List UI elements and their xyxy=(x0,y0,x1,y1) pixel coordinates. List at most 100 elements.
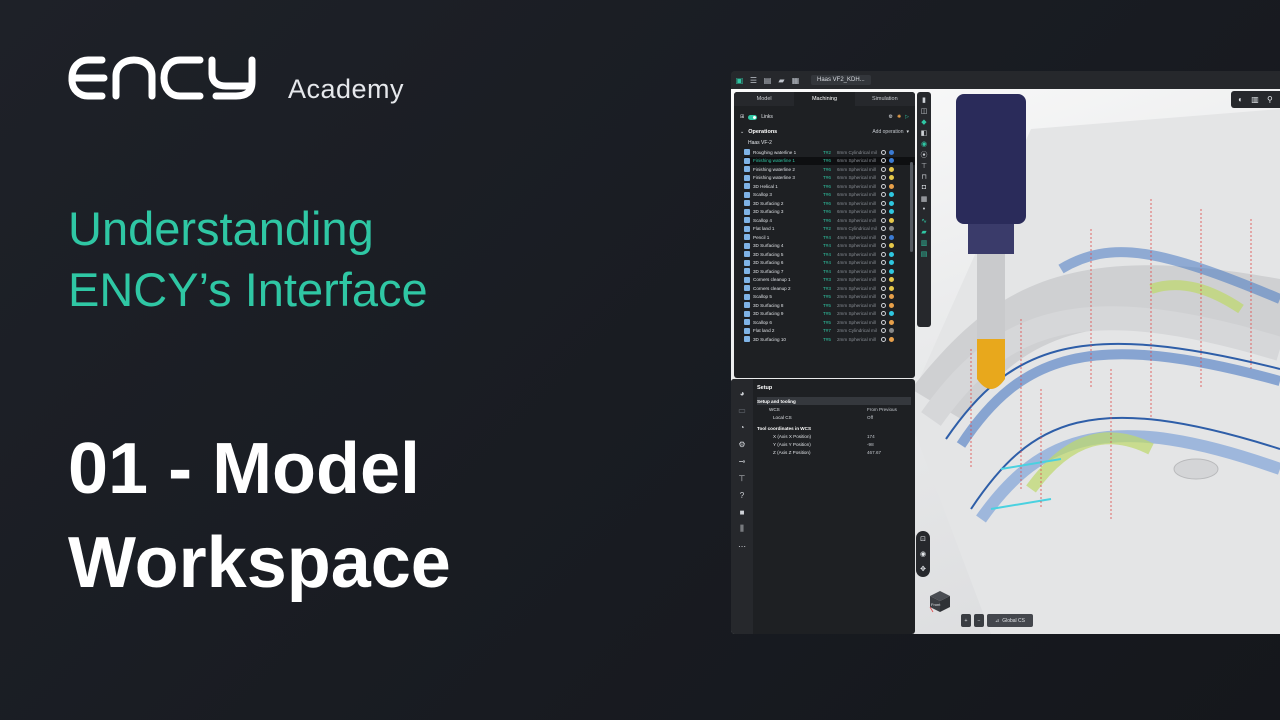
operation-row[interactable]: Finishing waterline 1 T#6 6mm Spherical mi… xyxy=(744,156,915,165)
setup-group-tooling[interactable]: Setup and tooling xyxy=(757,397,911,405)
operation-row[interactable]: Scallop 5 T#5 2mm Spherical mill xyxy=(744,293,915,302)
tool-icon-10[interactable]: ▦ xyxy=(921,195,928,203)
fit-view-icon[interactable]: ⊡ xyxy=(920,535,926,543)
operation-row[interactable]: 3D Surfacing 9 T#5 2mm Spherical mill xyxy=(744,310,915,319)
zoom-in-button[interactable]: + xyxy=(961,614,971,627)
new-file-icon[interactable]: ▤ xyxy=(763,76,772,85)
help-icon[interactable]: ? xyxy=(738,491,746,500)
machine-node[interactable]: Haas VF-2 xyxy=(734,138,915,148)
link-icon[interactable]: ⊸ xyxy=(738,457,746,466)
visibility-eye-icon[interactable] xyxy=(881,234,886,240)
visibility-eye-icon[interactable] xyxy=(881,302,886,308)
operation-row[interactable]: 3D Surfacing 7 T#4 4mm Spherical mill xyxy=(744,267,915,276)
tool-icon-8[interactable]: ⊓ xyxy=(921,173,928,181)
run-simulation-icon[interactable]: ▷ xyxy=(905,114,909,120)
save-icon[interactable]: ▦ xyxy=(791,76,800,85)
visibility-eye-icon[interactable] xyxy=(881,183,886,189)
operation-row[interactable]: 3D Surfacing 10 T#5 2mm Spherical mill xyxy=(744,335,915,344)
visibility-eye-icon[interactable] xyxy=(881,200,886,206)
operation-row[interactable]: Finishing waterline 2 T#6 6mm Spherical mi… xyxy=(744,165,915,174)
tab-model[interactable]: Model xyxy=(734,92,794,106)
collapse-chevron-icon[interactable]: ⌄ xyxy=(740,129,744,135)
operations-scrollbar[interactable] xyxy=(910,162,913,252)
view-cube[interactable]: Front xyxy=(927,588,953,614)
tool-icon-9[interactable]: ◘ xyxy=(921,184,928,191)
tool-icon-3[interactable]: ◆ xyxy=(921,118,928,126)
z-position-row[interactable]: Z (Axis Z Position) 467.67 xyxy=(757,448,911,456)
operation-row[interactable]: 3D Surfacing 5 T#4 4mm Spherical mill xyxy=(744,250,915,259)
visibility-eye-icon[interactable] xyxy=(881,217,886,223)
coordinate-system-selector[interactable]: ⊿ Global CS xyxy=(987,614,1033,627)
visibility-eye-icon[interactable] xyxy=(881,149,886,155)
operation-row[interactable]: 3D Surfacing 8 T#5 2mm Spherical mill xyxy=(744,301,915,310)
visibility-eye-icon[interactable] xyxy=(881,328,886,334)
compass-icon[interactable]: ◔ xyxy=(738,423,746,432)
bars-icon[interactable]: ⫼ xyxy=(738,524,746,533)
pin-icon[interactable]: ⚲ xyxy=(1267,95,1273,104)
pan-icon[interactable]: ✥ xyxy=(920,565,926,573)
operation-row[interactable]: Corners cleanup 1 T#3 2mm Spherical mill xyxy=(744,276,915,285)
operation-row[interactable]: Flat land 2 T#7 2mm Cylindrical mil xyxy=(744,327,915,336)
gear-icon[interactable]: ⚙ xyxy=(738,440,746,449)
visibility-eye-icon[interactable] xyxy=(881,251,886,257)
tool-icon-15[interactable]: ▤ xyxy=(921,250,928,258)
tool-icon-11[interactable]: • xyxy=(921,206,928,213)
operation-row[interactable]: 3D Helical 1 T#6 6mm Spherical mill xyxy=(744,182,915,191)
tab-simulation[interactable]: Simulation xyxy=(855,92,915,106)
operation-row[interactable]: Pencil 1 T#4 4mm Spherical mill xyxy=(744,233,915,242)
section-view-icon[interactable]: ▥ xyxy=(1251,95,1259,104)
visibility-eye-icon[interactable] xyxy=(881,336,886,342)
y-position-row[interactable]: Y (Axis Y Position) -98 xyxy=(757,440,911,448)
operation-row[interactable]: Corners cleanup 2 T#3 2mm Spherical mill xyxy=(744,284,915,293)
visibility-eye-icon[interactable] xyxy=(881,243,886,249)
menu-icon[interactable]: ☰ xyxy=(749,76,758,85)
local-cs-row[interactable]: Local CS Off xyxy=(757,413,911,421)
visibility-eye-icon[interactable] xyxy=(881,192,886,198)
calculate-icon[interactable]: ✺ xyxy=(897,114,901,120)
square-icon[interactable]: ■ xyxy=(738,508,746,517)
open-folder-icon[interactable]: ▰ xyxy=(777,76,786,85)
add-operation-chevron-icon[interactable]: ▾ xyxy=(906,129,909,135)
visibility-eye-icon[interactable] xyxy=(881,166,886,172)
app-logo-icon[interactable]: ▣ xyxy=(735,76,744,85)
tool-icon-1[interactable]: ▮ xyxy=(921,96,928,104)
tool-icon[interactable]: ⊤ xyxy=(738,474,746,483)
more-icon[interactable]: ⋯ xyxy=(738,542,746,551)
tab-machining[interactable]: Machining xyxy=(794,92,855,106)
wcs-row[interactable]: WCS From Previous xyxy=(757,405,911,413)
operation-row[interactable]: 3D Surfacing 4 T#4 4mm Spherical mill xyxy=(744,242,915,251)
view-mode-icon[interactable]: ◐ xyxy=(1238,95,1243,104)
orbit-icon[interactable]: ◉ xyxy=(920,550,926,558)
operation-row[interactable]: Roughing waterline 1 T#2 8mm Cylindrical m… xyxy=(744,148,915,157)
x-position-row[interactable]: X (Axis X Position) 174 xyxy=(757,432,911,440)
tool-icon-2[interactable]: ◫ xyxy=(921,107,928,115)
visibility-eye-icon[interactable] xyxy=(881,175,886,181)
operation-row[interactable]: 3D Surfacing 2 T#6 6mm Spherical mill xyxy=(744,199,915,208)
tree-icon[interactable]: ⊞ xyxy=(740,114,744,120)
visibility-eye-icon[interactable] xyxy=(881,226,886,232)
visibility-eye-icon[interactable] xyxy=(881,294,886,300)
operation-row[interactable]: Scallop 3 T#6 6mm Spherical mill xyxy=(744,191,915,200)
settings-gear-icon[interactable]: ⚙ xyxy=(888,114,892,120)
tool-icon-14[interactable]: ▥ xyxy=(921,239,928,247)
links-toggle[interactable] xyxy=(748,114,758,120)
operation-row[interactable]: 3D Surfacing 3 T#6 6mm Spherical mill xyxy=(744,208,915,217)
visibility-eye-icon[interactable] xyxy=(881,319,886,325)
tool-icon-4[interactable]: ◧ xyxy=(921,129,928,137)
setup-group-tool-coords[interactable]: Tool coordinates in WCS xyxy=(757,424,911,432)
zoom-out-button[interactable]: − xyxy=(974,614,984,627)
tool-icon-7[interactable]: ⊤ xyxy=(921,162,928,170)
visibility-eye-icon[interactable] xyxy=(881,311,886,317)
tool-icon-13[interactable]: ▰ xyxy=(921,228,928,236)
visibility-eye-icon[interactable] xyxy=(881,277,886,283)
add-operation-button[interactable]: Add operation xyxy=(872,129,903,135)
tool-icon-5[interactable]: ◉ xyxy=(921,140,928,148)
operation-row[interactable]: Finishing waterline 3 T#6 6mm Spherical mi… xyxy=(744,174,915,183)
operation-row[interactable]: 3D Surfacing 6 T#4 4mm Spherical mill xyxy=(744,259,915,268)
operation-row[interactable]: Scallop 4 T#6 4mm Spherical mill xyxy=(744,216,915,225)
file-tab[interactable]: Haas VF2_KDH... xyxy=(811,75,871,85)
visibility-eye-icon[interactable] xyxy=(881,268,886,274)
visibility-eye-icon[interactable] xyxy=(881,260,886,266)
tool-icon-12[interactable]: ∿ xyxy=(921,217,928,225)
visibility-eye-icon[interactable] xyxy=(881,158,886,164)
